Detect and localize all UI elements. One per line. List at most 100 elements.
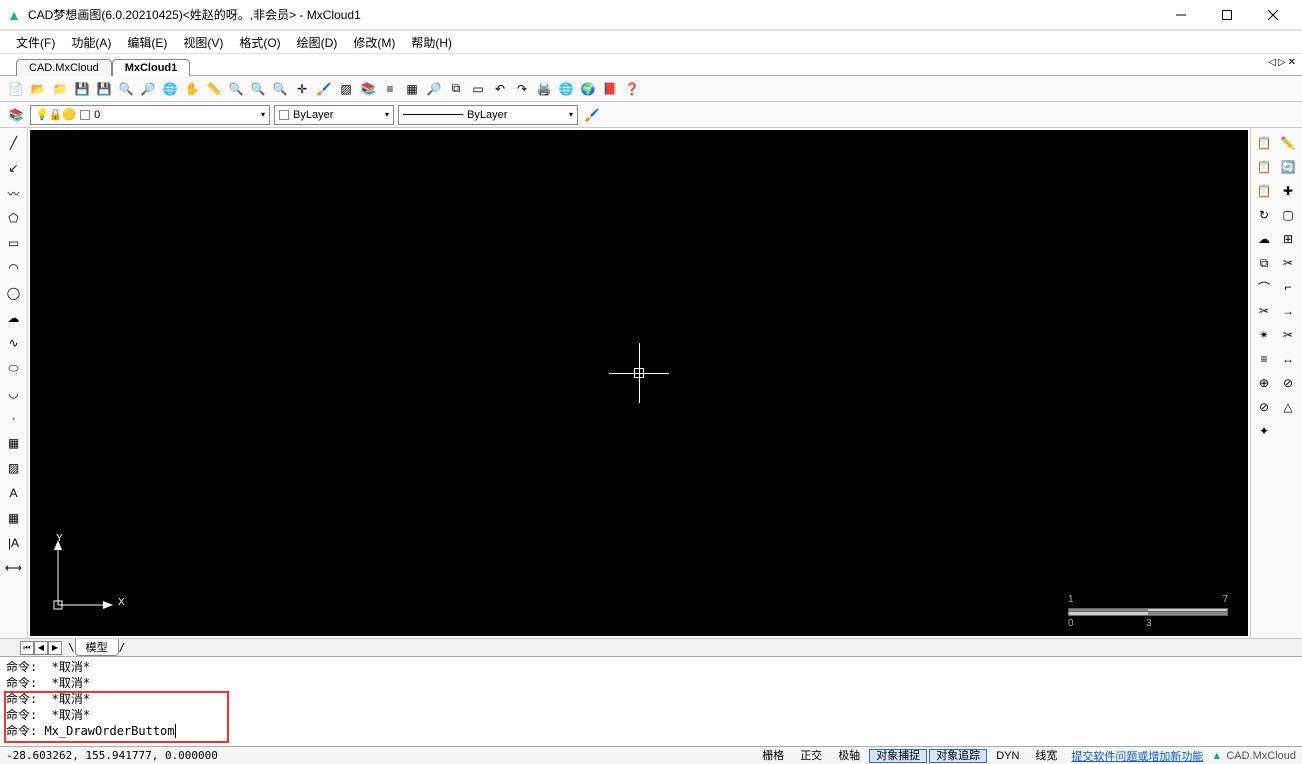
- offset-icon[interactable]: ⊘: [1277, 372, 1299, 394]
- align-icon[interactable]: ≡: [1253, 348, 1275, 370]
- ellipse-icon[interactable]: ⬭: [3, 357, 25, 379]
- menu-item[interactable]: 绘图(D): [289, 34, 346, 51]
- zoomfit-icon[interactable]: 🔍: [226, 79, 246, 99]
- rot-icon[interactable]: ↻: [1253, 204, 1275, 226]
- plus-icon[interactable]: ✚: [1277, 180, 1299, 202]
- copy2-icon[interactable]: 📋: [1253, 156, 1275, 178]
- feedback-link[interactable]: 提交软件问题或增加新功能: [1065, 748, 1203, 764]
- zoomreg-icon[interactable]: 🔍: [248, 79, 268, 99]
- clip-icon[interactable]: ✂: [1277, 252, 1299, 274]
- arc-icon[interactable]: ◠: [3, 257, 25, 279]
- model-tab[interactable]: 模型: [75, 639, 119, 656]
- xline-icon[interactable]: ↙: [3, 157, 25, 179]
- zoomwin-icon[interactable]: 🔍: [116, 79, 136, 99]
- hatch-icon[interactable]: ▨: [3, 457, 25, 479]
- props-icon[interactable]: ⧉: [446, 79, 466, 99]
- line-icon[interactable]: ╱: [3, 132, 25, 154]
- copy-icon[interactable]: 📋: [1253, 132, 1275, 154]
- chamfer-icon[interactable]: ⌐: [1277, 276, 1299, 298]
- cross-icon[interactable]: ✛: [292, 79, 312, 99]
- saveas-icon[interactable]: 💾: [94, 79, 114, 99]
- document-tab[interactable]: CAD.MxCloud: [16, 59, 112, 76]
- save-icon[interactable]: 💾: [72, 79, 92, 99]
- spline-icon[interactable]: ∿: [3, 332, 25, 354]
- nav-first-icon[interactable]: ⏮: [20, 641, 34, 655]
- hatch2-icon[interactable]: ▦: [402, 79, 422, 99]
- status-toggle-栅格[interactable]: 栅格: [755, 749, 791, 763]
- blank1-icon[interactable]: ▢: [1277, 204, 1299, 226]
- mtext-icon[interactable]: |A: [3, 532, 25, 554]
- brush-icon[interactable]: 🖌️: [582, 105, 602, 125]
- stretch-icon[interactable]: ↔: [1277, 348, 1299, 370]
- linetype-combo[interactable]: ByLayer ▾: [398, 105, 578, 125]
- help-icon[interactable]: ❓: [622, 79, 642, 99]
- extend-icon[interactable]: →: [1277, 300, 1299, 322]
- status-toggle-对象追踪[interactable]: 对象追踪: [929, 749, 987, 763]
- menu-item[interactable]: 修改(M): [345, 34, 403, 51]
- cycle-icon[interactable]: 🔄: [1277, 156, 1299, 178]
- tab-next-icon[interactable]: ▷: [1278, 57, 1286, 68]
- table-icon[interactable]: ▦: [3, 507, 25, 529]
- circle-icon[interactable]: ◯: [3, 282, 25, 304]
- polygon-icon[interactable]: ⬠: [3, 207, 25, 229]
- redo-icon[interactable]: ↷: [512, 79, 532, 99]
- pan-icon[interactable]: ✋: [182, 79, 202, 99]
- find-icon[interactable]: 🔎: [424, 79, 444, 99]
- document-tab[interactable]: MxCloud1: [112, 59, 191, 76]
- zoomall-icon[interactable]: 🌐: [160, 79, 180, 99]
- dim-icon[interactable]: ⟷: [3, 557, 25, 579]
- nav-next-icon[interactable]: ▶: [48, 641, 62, 655]
- break-icon[interactable]: ⊘: [1253, 396, 1275, 418]
- zoomobj-icon[interactable]: 🔍: [270, 79, 290, 99]
- globe-icon[interactable]: 🌍: [578, 79, 598, 99]
- fillet-icon[interactable]: ⌒: [1253, 276, 1275, 298]
- revcloud-icon[interactable]: ☁: [3, 307, 25, 329]
- command-input-text[interactable]: Mx_DrawOrderButtom: [44, 724, 174, 738]
- pline-icon[interactable]: 〰: [3, 182, 25, 204]
- measure-icon[interactable]: 📏: [204, 79, 224, 99]
- mirror-icon[interactable]: ⧉: [1253, 252, 1275, 274]
- cloud-icon[interactable]: ☁: [1253, 228, 1275, 250]
- pdf-icon[interactable]: 📕: [600, 79, 620, 99]
- grid-icon[interactable]: ⊞: [1277, 228, 1299, 250]
- move2-icon[interactable]: ✦: [1253, 420, 1275, 442]
- rect-icon[interactable]: ▭: [3, 232, 25, 254]
- drawing-canvas[interactable]: Y X 1 7 0 3: [30, 130, 1248, 636]
- status-toggle-DYN[interactable]: DYN: [989, 749, 1026, 763]
- zoomplus-icon[interactable]: 🔎: [138, 79, 158, 99]
- status-toggle-极轴[interactable]: 极轴: [831, 749, 867, 763]
- sel-icon[interactable]: ▭: [468, 79, 488, 99]
- new-icon[interactable]: 📄: [6, 79, 26, 99]
- undo-icon[interactable]: ↶: [490, 79, 510, 99]
- status-toggle-对象捕捉[interactable]: 对象捕捉: [869, 749, 927, 763]
- trim-icon[interactable]: ✂: [1253, 300, 1275, 322]
- menu-item[interactable]: 功能(A): [63, 34, 119, 51]
- status-toggle-线宽[interactable]: 线宽: [1028, 749, 1064, 763]
- web-icon[interactable]: 🌐: [556, 79, 576, 99]
- tab-prev-icon[interactable]: ◁: [1268, 57, 1276, 68]
- nav-prev-icon[interactable]: ◀: [34, 641, 48, 655]
- maximize-button[interactable]: [1204, 1, 1250, 29]
- menu-item[interactable]: 编辑(E): [119, 34, 175, 51]
- minimize-button[interactable]: [1158, 1, 1204, 29]
- menu-item[interactable]: 格式(O): [231, 34, 288, 51]
- menu-item[interactable]: 帮助(H): [403, 34, 460, 51]
- layer-combo[interactable]: 💡🔒🟡 0 ▾: [30, 105, 270, 125]
- point-icon[interactable]: ·: [3, 407, 25, 429]
- join-icon[interactable]: ⊕: [1253, 372, 1275, 394]
- explode-icon[interactable]: ✴: [1253, 324, 1275, 346]
- edit-icon[interactable]: ✏️: [1277, 132, 1299, 154]
- brush-icon[interactable]: 🖌️: [314, 79, 334, 99]
- open-icon[interactable]: 📂: [28, 79, 48, 99]
- close-button[interactable]: [1250, 1, 1296, 29]
- open2-icon[interactable]: 📁: [50, 79, 70, 99]
- layers-icon[interactable]: 📚: [358, 79, 378, 99]
- drawl-icon[interactable]: △: [1277, 396, 1299, 418]
- command-input-line[interactable]: 命令: Mx_DrawOrderButtom: [6, 723, 1296, 739]
- status-toggle-正交[interactable]: 正交: [793, 749, 829, 763]
- print-icon[interactable]: 🖨️: [534, 79, 554, 99]
- block-icon[interactable]: ▦: [3, 432, 25, 454]
- text-icon[interactable]: A: [3, 482, 25, 504]
- area-icon[interactable]: ▨: [336, 79, 356, 99]
- color-combo[interactable]: ByLayer ▾: [274, 105, 394, 125]
